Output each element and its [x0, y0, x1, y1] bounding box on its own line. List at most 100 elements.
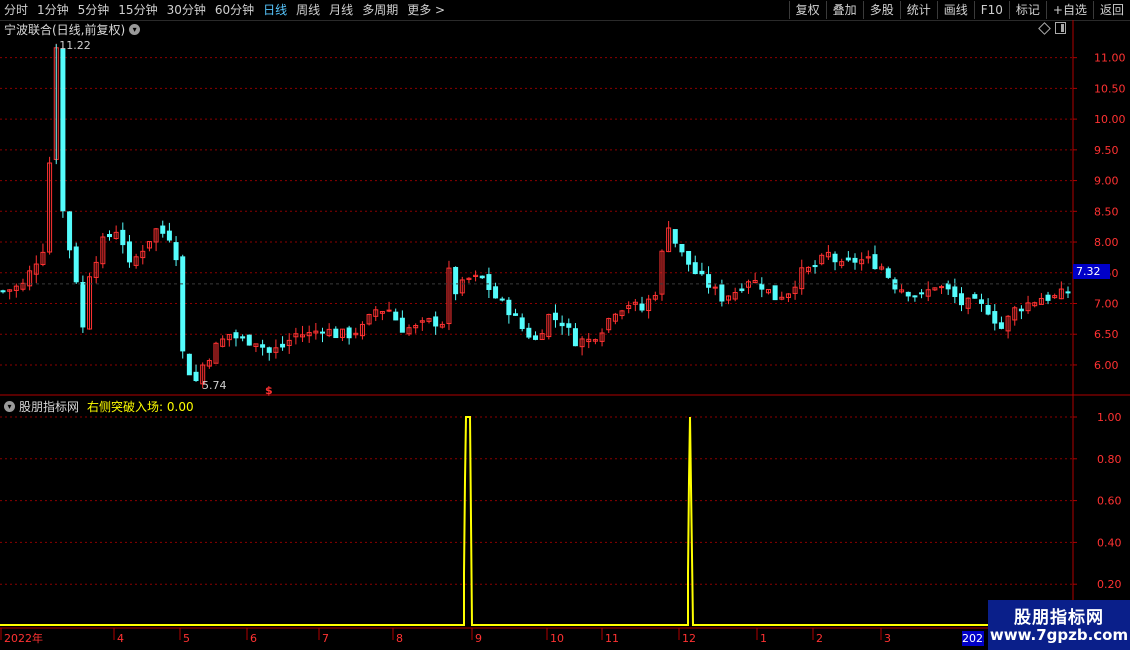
- candle-body: [972, 294, 978, 299]
- high-label: 11.22: [59, 39, 91, 52]
- candle-body: [333, 328, 339, 339]
- candle-body: [699, 270, 705, 275]
- candle-body: [193, 371, 199, 382]
- price-tick-label: 6.00: [1094, 359, 1119, 372]
- date-tick-label: 12: [682, 632, 696, 645]
- candle-body: [240, 336, 246, 339]
- candle-body: [692, 262, 698, 275]
- candle-body: [346, 327, 352, 339]
- candle-body: [1018, 308, 1024, 312]
- date-tick-label: 4: [117, 632, 124, 645]
- candle-body: [978, 299, 984, 304]
- candle-body: [173, 242, 179, 261]
- candle-body: [67, 211, 73, 251]
- date-tick-label: 9: [475, 632, 482, 645]
- price-tick-label: 10.50: [1094, 82, 1126, 95]
- candle-body: [519, 317, 525, 329]
- candle-body: [526, 327, 532, 338]
- indicator-tick-label: 0.80: [1097, 453, 1122, 466]
- candle-body: [872, 254, 878, 270]
- candle-body: [719, 284, 725, 302]
- candle-body: [1045, 294, 1051, 301]
- candle-body: [433, 316, 439, 327]
- candle-body: [759, 283, 765, 290]
- watermark: 股朋指标网 www.7gpzb.com: [988, 600, 1130, 650]
- date-tick-label: 3: [884, 632, 891, 645]
- candle-body: [566, 323, 572, 328]
- candle-body: [852, 257, 858, 263]
- candle-body: [712, 286, 718, 289]
- candle-body: [246, 334, 252, 346]
- candle-body: [486, 274, 492, 290]
- candle-body: [453, 266, 459, 295]
- candle-body: [952, 286, 958, 298]
- candle-body: [1065, 291, 1071, 294]
- candle-body: [499, 298, 505, 301]
- candle-body: [559, 322, 565, 327]
- candle-body: [945, 283, 951, 290]
- candle-body: [166, 230, 172, 241]
- candle-body: [772, 285, 778, 301]
- candle-body: [186, 353, 192, 376]
- candle-body: [320, 331, 325, 334]
- candle-body: [912, 295, 918, 298]
- candle-body: [892, 279, 898, 290]
- date-tick-label: 11: [605, 632, 619, 645]
- date-tick-label: 2022年: [4, 631, 43, 645]
- candle-body: [386, 309, 392, 312]
- candle-body: [959, 293, 964, 306]
- price-tick-label: 8.00: [1094, 236, 1119, 249]
- candle-body: [845, 257, 851, 261]
- candle-body: [992, 311, 998, 324]
- candle-body: [686, 250, 692, 265]
- date-tick-label: 5: [183, 632, 190, 645]
- indicator-tick-label: 1.00: [1097, 411, 1122, 424]
- indicator-tick-label: 0.20: [1097, 578, 1122, 591]
- candle-body: [399, 317, 405, 333]
- watermark-title: 股朋指标网: [1014, 608, 1104, 628]
- last-price-tag: 7.32: [1073, 264, 1110, 279]
- candle-body: [479, 275, 485, 279]
- candle-body: [393, 311, 399, 321]
- candle-body: [905, 291, 911, 297]
- candle-body: [832, 253, 838, 263]
- date-tick-label: 2: [816, 632, 823, 645]
- date-tick-label: 1: [760, 632, 767, 645]
- candle-body: [939, 286, 945, 289]
- candle-body: [493, 286, 499, 299]
- price-tick-label: 8.50: [1094, 205, 1119, 218]
- date-cursor-box: 2023: [962, 631, 984, 646]
- signal-marker: $: [265, 384, 273, 397]
- candle-body: [672, 229, 678, 244]
- price-tick-label: 6.50: [1094, 328, 1119, 341]
- candle-body: [107, 234, 112, 238]
- candle-body: [280, 343, 286, 348]
- indicator-tick-label: 0.60: [1097, 495, 1122, 508]
- indicator-tick-label: 0.40: [1097, 536, 1122, 549]
- low-label: 5.74: [202, 379, 227, 392]
- candle-body: [180, 256, 186, 352]
- candle-body: [706, 274, 712, 288]
- candle-body: [919, 292, 925, 295]
- chart-canvas[interactable]: 11.0010.5010.009.509.008.508.007.507.006…: [0, 0, 1130, 650]
- candle-body: [998, 322, 1004, 329]
- candle-body: [572, 328, 578, 347]
- date-tick-label: 10: [550, 632, 564, 645]
- candle-body: [73, 246, 79, 283]
- candle-body: [812, 265, 818, 268]
- candle-body: [0, 290, 6, 293]
- candle-body: [885, 268, 891, 278]
- candle-body: [533, 335, 538, 340]
- candle-body: [233, 332, 239, 339]
- candle-body: [552, 312, 558, 321]
- candle-body: [120, 229, 126, 246]
- date-tick-label: 7: [322, 632, 329, 645]
- candle-body: [639, 303, 645, 311]
- candle-body: [260, 344, 266, 348]
- candle-body: [739, 288, 745, 292]
- candle-body: [506, 299, 512, 316]
- price-tick-label: 9.50: [1094, 144, 1119, 157]
- candle-body: [80, 282, 86, 328]
- candle-body: [985, 305, 991, 315]
- price-tick-label: 10.00: [1094, 113, 1126, 126]
